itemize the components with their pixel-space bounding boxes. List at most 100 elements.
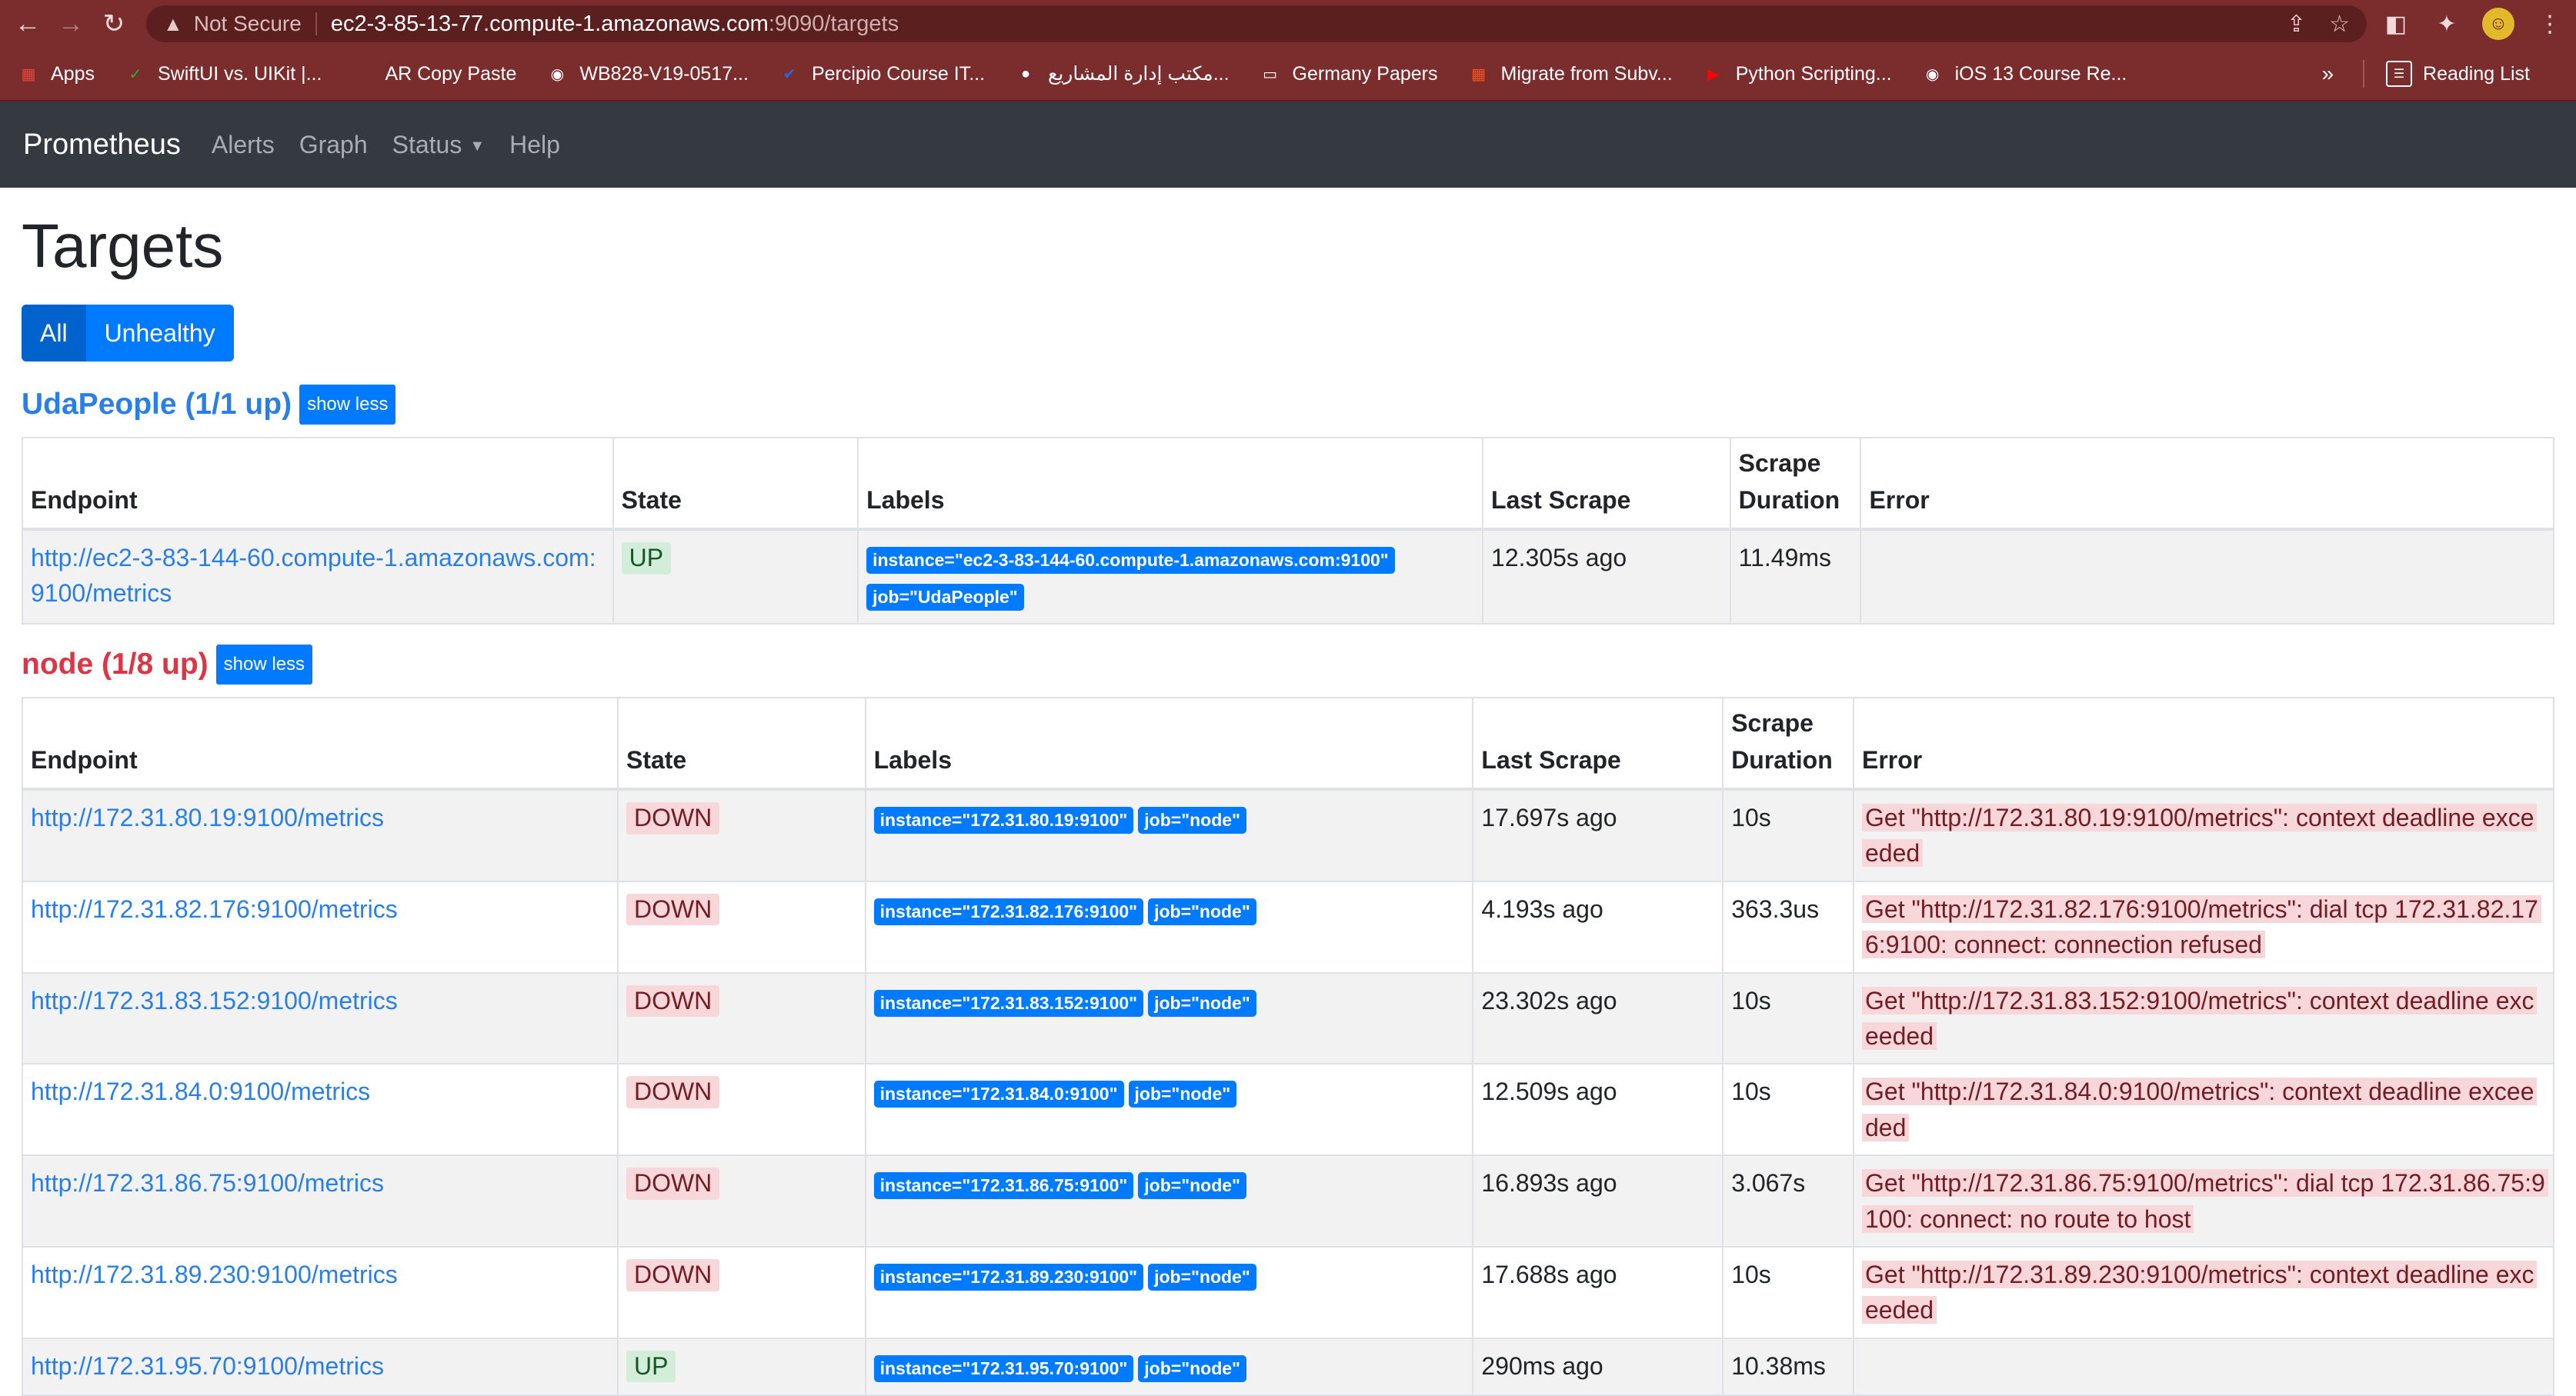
reading-list-button[interactable]: ☰ Reading List: [2386, 61, 2530, 87]
filter-unhealthy-button[interactable]: Unhealthy: [85, 305, 234, 361]
endpoint-link[interactable]: http://172.31.84.0:9100/metrics: [31, 1078, 370, 1105]
extensions-puzzle-icon[interactable]: ✦: [2431, 8, 2462, 39]
scrape-duration-cell: 10s: [1722, 1246, 1854, 1339]
bookmark-label: Apps: [51, 62, 95, 85]
col-labels-header: Labels: [864, 697, 1474, 791]
bookmark-item[interactable]: ∷ AR Copy Paste: [351, 62, 516, 85]
endpoint-cell: http://ec2-3-83-144-60.compute-1.amazona…: [22, 528, 614, 625]
circle-logo-icon: ◉: [550, 65, 565, 83]
targets-table-head: Endpoint State Labels Last Scrape Scrape Dur…: [22, 697, 2554, 791]
bookmark-item[interactable]: ◉ WB828-V19-0517...: [546, 62, 749, 85]
col-last-scrape-header: Last Scrape: [1482, 437, 1731, 531]
nav-alerts[interactable]: Alerts: [212, 131, 275, 159]
bookmark-label: SwiftUI vs. UIKit |...: [157, 62, 322, 85]
endpoint-link[interactable]: http://172.31.95.70:9100/metrics: [31, 1352, 384, 1380]
bookmarks-overflow-icon[interactable]: »: [2321, 62, 2334, 86]
pool-title-link[interactable]: node (1/8 up): [22, 648, 209, 681]
bookmark-label: Python Scripting...: [1735, 62, 1892, 85]
bookmark-label: Migrate from Subv...: [1500, 62, 1673, 85]
filter-all-button[interactable]: All: [22, 305, 86, 361]
table-row: http://172.31.89.230:9100/metrics DOWN ins…: [22, 1246, 2554, 1339]
error-cell: Get "http://172.31.80.19:9100/metrics": …: [1853, 788, 2554, 882]
state-cell: DOWN: [616, 788, 866, 882]
col-state-header: State: [616, 697, 866, 791]
table-row: http://172.31.80.19:9100/metrics DOWN inst…: [22, 788, 2554, 882]
header-row: Endpoint State Labels Last Scrape Scrape Dur…: [22, 437, 2554, 531]
profile-avatar[interactable]: ☺: [2482, 8, 2514, 40]
label-badge: job="node": [1138, 1172, 1246, 1200]
state-badge: DOWN: [626, 893, 720, 926]
labels-cell: instance="ec2-3-83-144-60.compute-1.amaz…: [857, 528, 1484, 625]
show-less-button[interactable]: show less: [215, 645, 313, 685]
targets-table-body: http://ec2-3-83-144-60.compute-1.amazona…: [22, 528, 2554, 625]
show-less-button[interactable]: show less: [299, 385, 396, 425]
extension-translate-icon[interactable]: ◧: [2381, 8, 2411, 39]
label-badge: instance="172.31.83.152:9100": [873, 989, 1144, 1017]
labels-cell: instance="172.31.82.176:9100" job="node": [864, 880, 1474, 974]
bookmark-item[interactable]: ✔ Percipio Course IT...: [778, 62, 985, 85]
bookmark-star-icon[interactable]: ☆: [2329, 11, 2350, 38]
label-badge: instance="172.31.80.19:9100": [873, 807, 1134, 835]
table-row: http://ec2-3-83-144-60.compute-1.amazona…: [22, 528, 2554, 625]
brand-link[interactable]: Prometheus: [23, 128, 181, 162]
bookmark-item[interactable]: ✓ SwiftUI vs. UIKit |...: [124, 62, 322, 85]
bookmark-item[interactable]: ● مكتب إدارة المشاريع...: [1014, 62, 1230, 85]
state-cell: UP: [612, 528, 859, 625]
pool-header: UdaPeople (1/1 up) show less: [22, 385, 2554, 425]
error-cell: Get "http://172.31.89.230:9100/metrics":…: [1853, 1246, 2554, 1339]
endpoint-link[interactable]: http://172.31.89.230:9100/metrics: [31, 1261, 398, 1288]
back-arrow-icon[interactable]: ←: [11, 7, 45, 41]
endpoint-link[interactable]: http://172.31.83.152:9100/metrics: [31, 987, 398, 1015]
pool-title-link[interactable]: UdaPeople (1/1 up): [22, 388, 292, 421]
reload-icon[interactable]: ↻: [97, 7, 131, 41]
bookmark-item[interactable]: ▶ Python Scripting...: [1702, 62, 1892, 85]
table-row: http://172.31.83.152:9100/metrics DOWN ins…: [22, 971, 2554, 1065]
labels-cell: instance="172.31.83.152:9100" job="node": [864, 971, 1474, 1065]
targets-table-head: Endpoint State Labels Last Scrape Scrape Dur…: [22, 437, 2554, 531]
col-error-header: Error: [1860, 437, 2554, 531]
state-cell: DOWN: [616, 1063, 866, 1157]
microsoft-icon: ▦: [1471, 65, 1486, 83]
table-row: http://172.31.95.70:9100/metrics UP instan…: [22, 1337, 2554, 1396]
error-message: Get "http://172.31.82.176:9100/metrics":…: [1862, 895, 2541, 959]
error-message: Get "http://172.31.84.0:9100/metrics": c…: [1862, 1078, 2538, 1141]
nav-graph[interactable]: Graph: [299, 131, 368, 159]
bookmarks-bar: ▦ Apps ✓ SwiftUI vs. UIKit |... ∷ AR Copy Pas…: [0, 48, 2576, 102]
scrape-duration-cell: 10s: [1722, 971, 1854, 1065]
url-host: ec2-3-85-13-77.compute-1.amazonaws.com: [330, 11, 769, 36]
bookmark-item[interactable]: ▦ Apps: [17, 62, 95, 85]
state-cell: DOWN: [616, 1154, 866, 1248]
endpoint-link[interactable]: http://172.31.80.19:9100/metrics: [31, 804, 384, 831]
error-cell: [1853, 1337, 2554, 1396]
nav-status-dropdown[interactable]: Status ▼: [392, 131, 486, 159]
bookmark-item[interactable]: ▭ Germany Papers: [1259, 62, 1437, 85]
pool-header: node (1/8 up) show less: [22, 645, 2554, 685]
udemy-icon: ◉: [1925, 65, 1940, 83]
endpoint-link[interactable]: http://172.31.82.176:9100/metrics: [31, 895, 398, 923]
endpoint-link[interactable]: http://172.31.86.75:9100/metrics: [31, 1169, 384, 1197]
browser-menu-icon[interactable]: ⋮: [2534, 8, 2565, 39]
forward-arrow-icon[interactable]: →: [54, 7, 88, 41]
address-bar[interactable]: ▲ Not Secure ec2-3-85-13-77.compute-1.am…: [146, 5, 2367, 42]
share-icon[interactable]: ⇪: [2287, 11, 2306, 38]
state-badge: DOWN: [626, 985, 720, 1018]
bookmark-item[interactable]: ◉ iOS 13 Course Re...: [1921, 62, 2127, 85]
browser-toolbar: ← → ↻ ▲ Not Secure ec2-3-85-13-77.comput…: [0, 0, 2576, 48]
prometheus-navbar: Prometheus Alerts Graph Status ▼ Help: [0, 102, 2576, 188]
endpoint-cell: http://172.31.86.75:9100/metrics: [22, 1154, 619, 1248]
label-badge: instance="172.31.86.75:9100": [873, 1172, 1134, 1200]
error-message: Get "http://172.31.89.230:9100/metrics":…: [1862, 1261, 2538, 1324]
scrape-duration-cell: 3.067s: [1722, 1154, 1854, 1248]
table-row: http://172.31.86.75:9100/metrics DOWN inst…: [22, 1154, 2554, 1248]
last-scrape-cell: 23.302s ago: [1472, 971, 1724, 1065]
bookmark-item[interactable]: ▦ Migrate from Subv...: [1467, 62, 1673, 85]
scrape-duration-cell: 10.38ms: [1722, 1337, 1854, 1396]
col-labels-header: Labels: [857, 437, 1484, 531]
nav-help[interactable]: Help: [509, 131, 560, 159]
endpoint-link[interactable]: http://ec2-3-83-144-60.compute-1.amazona…: [31, 544, 596, 607]
reading-list-icon: ☰: [2386, 61, 2413, 87]
globe-icon: ●: [1021, 65, 1031, 82]
col-error-header: Error: [1853, 697, 2554, 791]
state-badge: UP: [626, 1350, 676, 1383]
label-badge: instance="ec2-3-83-144-60.compute-1.amaz…: [866, 547, 1395, 575]
